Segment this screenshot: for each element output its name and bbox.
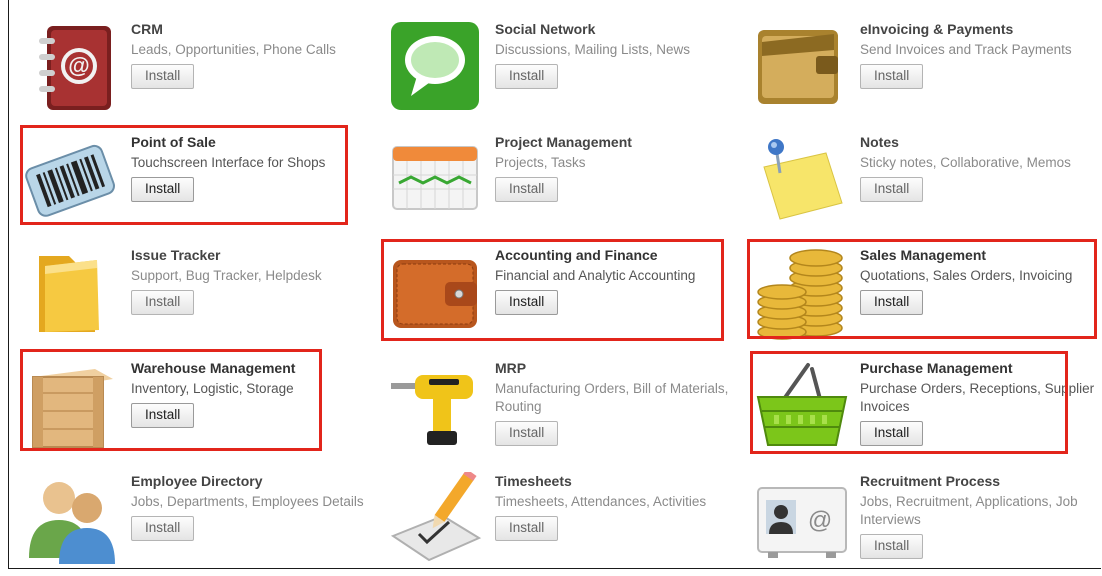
app-timesheets: Timesheets Timesheets, Attendances, Acti… (389, 472, 744, 576)
app-title: Project Management (495, 134, 632, 150)
wallet-icon (754, 20, 850, 116)
contact-card-icon: @ (754, 472, 850, 568)
svg-text:@: @ (68, 53, 89, 78)
install-button[interactable]: Install (860, 534, 924, 559)
sticky-note-icon (754, 133, 850, 229)
install-button[interactable]: Install (131, 290, 195, 315)
app-title: Timesheets (495, 473, 572, 489)
install-button[interactable]: Install (860, 64, 924, 89)
app-title: MRP (495, 360, 527, 376)
app-description: Leads, Opportunities, Phone Calls (131, 42, 336, 57)
app-einvoicing: eInvoicing & Payments Send Invoices and … (754, 20, 1102, 124)
app-description: Sticky notes, Collaborative, Memos (860, 155, 1071, 170)
highlight-warehouse-management (20, 349, 322, 451)
app-title: Notes (860, 134, 899, 150)
install-button[interactable]: Install (495, 421, 559, 446)
install-button[interactable]: Install (131, 64, 195, 89)
install-button[interactable]: Install (495, 516, 559, 541)
app-employee-directory: Employee Directory Jobs, Departments, Em… (25, 472, 380, 576)
app-description: Jobs, Recruitment, Applications, Job Int… (860, 494, 1078, 527)
pencil-paper-icon (389, 472, 485, 568)
app-recruitment-process: @ Recruitment Process Jobs, Recruitment,… (754, 472, 1102, 576)
app-title: Issue Tracker (131, 247, 221, 263)
speech-bubble-icon (389, 20, 485, 116)
address-book-icon: @ (25, 20, 121, 116)
app-project-management: Project Management Projects, Tasks Insta… (389, 133, 744, 237)
svg-text:@: @ (808, 507, 832, 534)
power-drill-icon (389, 359, 485, 455)
highlight-accounting-finance (381, 239, 724, 341)
app-issue-tracker: Issue Tracker Support, Bug Tracker, Help… (25, 246, 380, 350)
gantt-calendar-icon (389, 133, 485, 229)
app-crm: @ CRM Leads, Opportunities, Phone Calls … (25, 20, 380, 124)
app-title: CRM (131, 21, 163, 37)
app-social-network: Social Network Discussions, Mailing List… (389, 20, 744, 124)
app-description: Send Invoices and Track Payments (860, 42, 1072, 57)
app-description: Projects, Tasks (495, 155, 586, 170)
app-title: eInvoicing & Payments (860, 21, 1014, 37)
app-title: Social Network (495, 21, 596, 37)
app-notes: Notes Sticky notes, Collaborative, Memos… (754, 133, 1102, 237)
install-button[interactable]: Install (860, 177, 924, 202)
install-button[interactable]: Install (495, 177, 559, 202)
app-description: Discussions, Mailing Lists, News (495, 42, 691, 57)
app-mrp: MRP Manufacturing Orders, Bill of Materi… (389, 359, 744, 463)
app-description: Support, Bug Tracker, Helpdesk (131, 268, 322, 283)
people-icon (25, 472, 121, 568)
highlight-sales-management (747, 239, 1097, 339)
app-title: Recruitment Process (860, 473, 1001, 489)
highlight-point-of-sale (20, 125, 348, 225)
app-title: Employee Directory (131, 473, 263, 489)
app-description: Manufacturing Orders, Bill of Materials,… (495, 381, 729, 414)
app-description: Jobs, Departments, Employees Details (131, 494, 364, 509)
app-description: Timesheets, Attendances, Activities (495, 494, 707, 509)
install-button[interactable]: Install (131, 516, 195, 541)
highlight-purchase-management (750, 351, 1068, 454)
install-button[interactable]: Install (495, 64, 559, 89)
folder-icon (25, 246, 121, 342)
